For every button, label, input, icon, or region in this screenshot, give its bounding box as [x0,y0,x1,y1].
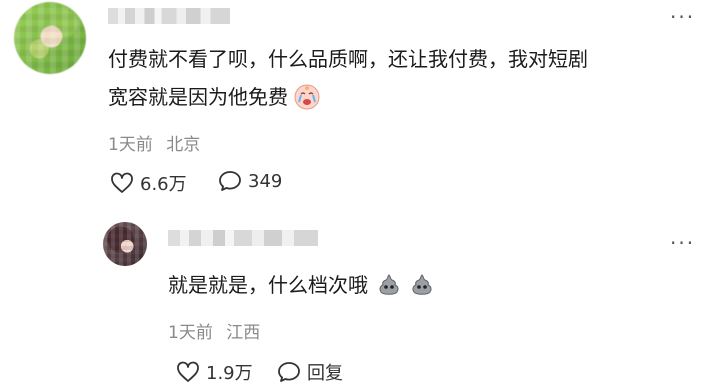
comment-line-2: 宽容就是因为他免费 [108,78,708,122]
comment-line-1: 付费就不看了呗，什么品质啊，还让我付费，我对短剧 [108,47,588,71]
more-options-button[interactable]: ··· [670,7,695,27]
reply-location: 江西 [226,323,261,343]
reply-button[interactable]: 回复 [277,359,343,385]
heart-icon [111,172,133,193]
comment-location: 北京 [166,135,201,155]
reply-text: 就是就是，什么档次哦 [168,273,368,297]
like-button[interactable]: 6.6万 [110,170,187,196]
comment-meta: 1天前 北京 [108,130,200,155]
comment-time: 1天前 [108,135,153,155]
reply-label: 回复 [307,363,343,384]
avatar[interactable] [14,2,86,74]
poop-icon [376,272,402,310]
username-masked[interactable] [108,8,230,24]
chat-bubble-icon [278,362,300,382]
comment-button[interactable]: 349 [218,170,282,192]
crying-face-icon [294,84,320,122]
username-masked[interactable] [168,230,318,246]
reply-text-line: 就是就是，什么档次哦 [168,266,435,310]
like-button[interactable]: 1.9万 [176,359,253,385]
like-count: 6.6万 [140,174,187,195]
reply-time: 1天前 [168,323,213,343]
avatar[interactable] [103,222,147,266]
comment-line-2-text: 宽容就是因为他免费 [108,85,288,109]
like-count: 1.9万 [206,363,253,384]
reply-meta: 1天前 江西 [168,318,260,343]
more-options-button[interactable]: ··· [670,233,695,253]
comment-text: 付费就不看了呗，什么品质啊，还让我付费，我对短剧 宽容就是因为他免费 [108,40,708,122]
chat-bubble-icon [219,171,241,191]
heart-icon [177,361,199,382]
poop-icon [409,272,435,310]
comment-count: 349 [248,170,283,192]
